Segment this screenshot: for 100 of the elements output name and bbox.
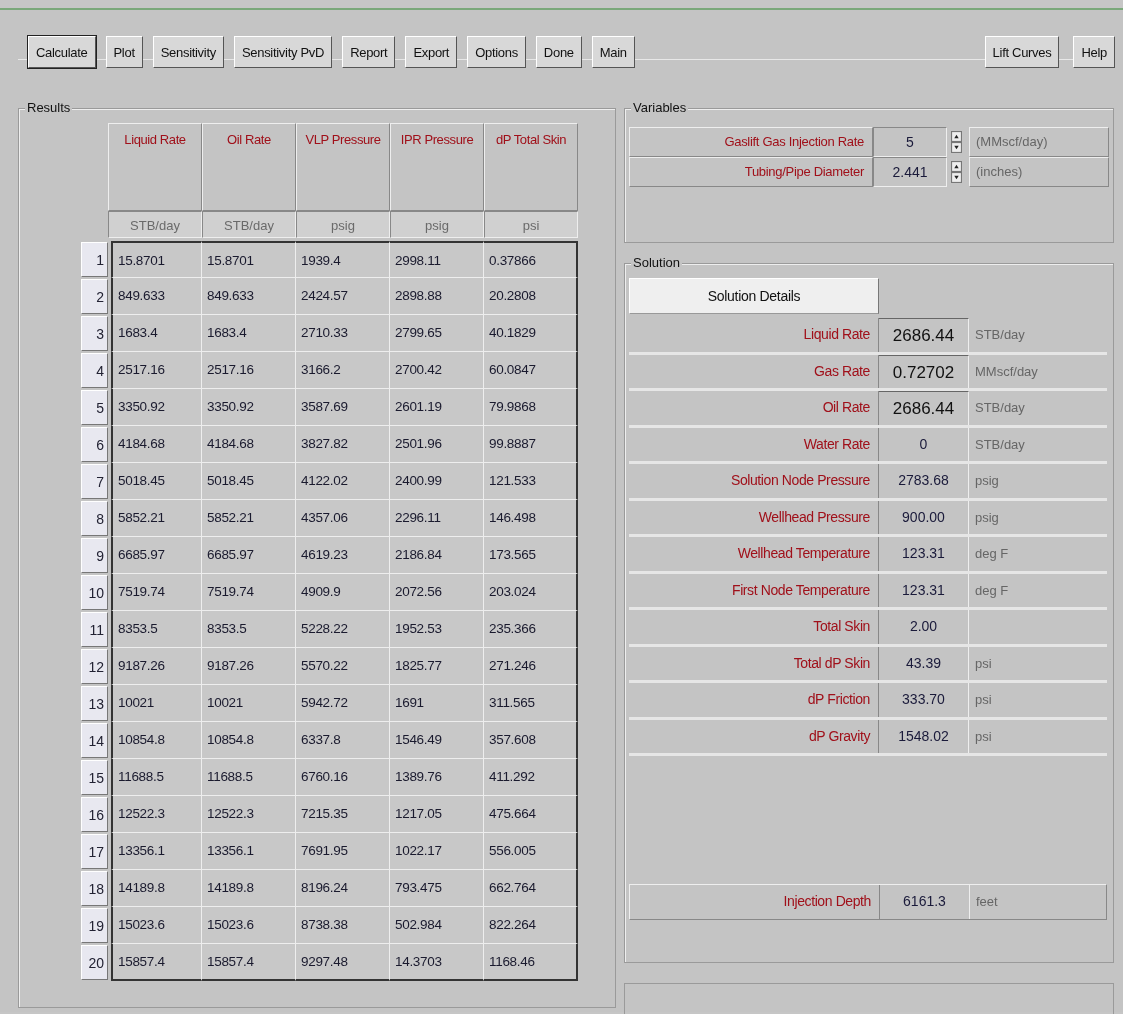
value-field: 123.31	[879, 573, 969, 607]
column-header: Liquid Rate	[108, 123, 202, 211]
toolbar-button[interactable]: Plot	[105, 36, 143, 68]
row-number[interactable]: 4	[81, 353, 108, 388]
unit-label: psig	[296, 211, 390, 238]
column-header: IPR Pressure	[390, 123, 484, 211]
table-cell: 502.984	[390, 907, 484, 944]
unit-label: STB/day	[202, 211, 296, 238]
row-number[interactable]: 3	[81, 316, 108, 351]
row-number[interactable]: 10	[81, 575, 108, 610]
table-cell: 12522.3	[111, 796, 202, 833]
field-label: Total Skin	[629, 610, 879, 644]
table-cell: 8353.5	[202, 611, 296, 648]
table-cell: 13356.1	[111, 833, 202, 870]
row-number[interactable]: 7	[81, 464, 108, 499]
unit-label: psi	[974, 727, 993, 746]
toolbar-button[interactable]: Export	[405, 36, 458, 68]
table-cell: 15857.4	[202, 944, 296, 981]
down-arrow-icon[interactable]	[951, 142, 962, 153]
value-field: 0.72702	[879, 354, 969, 388]
row-number[interactable]: 13	[81, 686, 108, 721]
toolbar-button[interactable]: Calculate	[28, 36, 96, 68]
value-field: 0	[879, 427, 969, 461]
row-number[interactable]: 19	[81, 908, 108, 943]
toolbar-button[interactable]: Done	[535, 36, 582, 68]
table-cell: 5942.72	[296, 685, 390, 722]
table-cell: 15.8701	[111, 241, 202, 278]
toolbar-button[interactable]: Lift Curves	[984, 36, 1060, 68]
table-cell: 1683.4	[111, 315, 202, 352]
table-cell: 15857.4	[111, 944, 202, 981]
table-cell: 0.37866	[484, 241, 578, 278]
group-title: Results	[25, 100, 73, 115]
table-cell: 8196.24	[296, 870, 390, 907]
value-field: 6161.3	[880, 884, 970, 919]
unit-label: psig	[390, 211, 484, 238]
row-number[interactable]: 1	[81, 242, 108, 277]
toolbar-button[interactable]: Main	[591, 36, 635, 68]
row-number[interactable]: 12	[81, 649, 108, 684]
value-field[interactable]: 5	[873, 127, 947, 157]
unit-label: psi	[484, 211, 578, 238]
table-cell: 3587.69	[296, 389, 390, 426]
table-cell: 2998.11	[390, 241, 484, 278]
table-cell: 2601.19	[390, 389, 484, 426]
field-label: dP Gravity	[629, 719, 879, 753]
value-field[interactable]: 2.441	[873, 157, 947, 187]
toolbar-button[interactable]: Sensitivity	[152, 36, 224, 68]
row-number[interactable]: 2	[81, 279, 108, 314]
down-arrow-icon[interactable]	[951, 172, 962, 183]
table-cell: 2700.42	[390, 352, 484, 389]
table-cell: 5018.45	[111, 463, 202, 500]
table-cell: 4619.23	[296, 537, 390, 574]
table-cell: 822.264	[484, 907, 578, 944]
row-number[interactable]: 15	[81, 760, 108, 795]
table-cell: 2296.11	[390, 500, 484, 537]
row-number[interactable]: 9	[81, 538, 108, 573]
row-number[interactable]: 17	[81, 834, 108, 869]
table-cell: 311.565	[484, 685, 578, 722]
up-arrow-icon[interactable]	[951, 131, 962, 142]
row-number[interactable]: 5	[81, 390, 108, 425]
table-cell: 99.8887	[484, 426, 578, 463]
table-cell: 11688.5	[202, 759, 296, 796]
table-cell: 1825.77	[390, 648, 484, 685]
row-number[interactable]: 16	[81, 797, 108, 832]
unit-label: (inches)	[969, 157, 1109, 187]
toolbar-button[interactable]: Report	[342, 36, 396, 68]
row-number[interactable]: 18	[81, 871, 108, 906]
row-number[interactable]: 6	[81, 427, 108, 462]
toolbar-button[interactable]: Sensitivity PvD	[233, 36, 333, 68]
table-cell: 8353.5	[111, 611, 202, 648]
toolbar-button[interactable]: Options	[467, 36, 526, 68]
row-number[interactable]: 14	[81, 723, 108, 758]
solution-details-button[interactable]: Solution Details	[629, 278, 879, 314]
row-number[interactable]: 8	[81, 501, 108, 536]
table-cell: 8738.38	[296, 907, 390, 944]
value-field: 1548.02	[879, 719, 969, 753]
table-cell: 79.9868	[484, 389, 578, 426]
table-cell: 3350.92	[111, 389, 202, 426]
toolbar-button[interactable]: Help	[1073, 36, 1115, 68]
table-cell: 2424.57	[296, 278, 390, 315]
value-field: 2686.44	[879, 391, 969, 425]
up-arrow-icon[interactable]	[951, 161, 962, 172]
table-cell: 146.498	[484, 500, 578, 537]
table-cell: 12522.3	[202, 796, 296, 833]
unit-label: STB/day	[974, 435, 1026, 454]
table-cell: 3166.2	[296, 352, 390, 389]
unit-label: psi	[974, 654, 993, 673]
table-cell: 173.565	[484, 537, 578, 574]
table-cell: 7691.95	[296, 833, 390, 870]
unit-label: STB/day	[108, 211, 202, 238]
table-cell: 15.8701	[202, 241, 296, 278]
table-cell: 5852.21	[202, 500, 296, 537]
row-number[interactable]: 20	[81, 945, 108, 980]
field-label: dP Friction	[629, 683, 879, 717]
row-number[interactable]: 11	[81, 612, 108, 647]
table-cell: 556.005	[484, 833, 578, 870]
table-cell: 14189.8	[111, 870, 202, 907]
table-cell: 14189.8	[202, 870, 296, 907]
value-field: 333.70	[879, 683, 969, 717]
table-cell: 14.3703	[390, 944, 484, 981]
value-field: 43.39	[879, 646, 969, 680]
